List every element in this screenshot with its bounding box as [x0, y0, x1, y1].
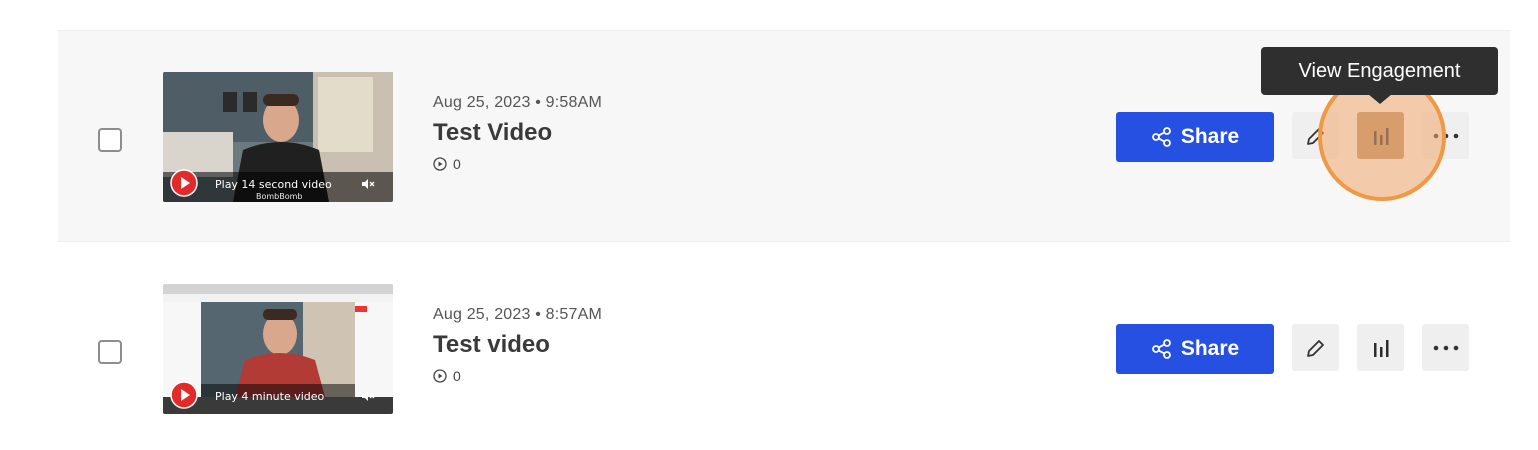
- video-row[interactable]: Play 4 minute video Aug 25, 2023 • 8:57A…: [58, 243, 1510, 450]
- mute-icon: [362, 391, 375, 401]
- video-title[interactable]: Test Video: [433, 119, 602, 147]
- play-button-icon[interactable]: [170, 169, 198, 197]
- video-thumbnail[interactable]: Play 4 minute video: [163, 284, 393, 414]
- view-count: 0: [453, 368, 461, 384]
- row-checkbox[interactable]: [98, 340, 122, 364]
- mute-icon: [362, 179, 375, 189]
- pencil-icon: [1306, 339, 1324, 357]
- video-title[interactable]: Test video: [433, 331, 602, 359]
- view-count: 0: [453, 156, 461, 172]
- bar-chart-icon: [1373, 339, 1388, 357]
- share-button[interactable]: Share: [1116, 324, 1274, 374]
- edit-button[interactable]: [1292, 324, 1339, 371]
- thumbnail-play-label: Play 4 minute video: [215, 390, 325, 403]
- bar-chart-icon: [1373, 127, 1388, 145]
- more-icon: [1433, 345, 1458, 350]
- play-circle-icon: [433, 157, 447, 171]
- share-icon: [1151, 339, 1171, 359]
- thumbnail-play-label: Play 14 second video: [215, 178, 332, 191]
- play-circle-icon: [433, 369, 447, 383]
- tooltip-arrow: [1368, 94, 1392, 104]
- more-icon: [1433, 133, 1458, 138]
- video-date: Aug 25, 2023 • 9:58AM: [433, 94, 603, 111]
- video-thumbnail[interactable]: Play 14 second video BombBomb: [163, 72, 393, 202]
- video-date: Aug 25, 2023 • 8:57AM: [433, 306, 603, 323]
- engagement-tooltip: View Engagement: [1261, 47, 1498, 95]
- share-label: Share: [1180, 125, 1240, 148]
- view-engagement-button[interactable]: [1357, 112, 1404, 159]
- more-options-button[interactable]: [1422, 324, 1469, 371]
- play-button-icon[interactable]: [170, 381, 198, 409]
- row-checkbox[interactable]: [98, 128, 122, 152]
- more-options-button[interactable]: [1422, 112, 1469, 159]
- edit-button[interactable]: [1292, 112, 1339, 159]
- view-engagement-button[interactable]: [1357, 324, 1404, 371]
- share-icon: [1151, 127, 1171, 147]
- share-label: Share: [1180, 337, 1240, 360]
- share-button[interactable]: Share: [1116, 112, 1274, 162]
- brand-watermark: BombBomb: [256, 192, 303, 201]
- pencil-icon: [1306, 127, 1324, 145]
